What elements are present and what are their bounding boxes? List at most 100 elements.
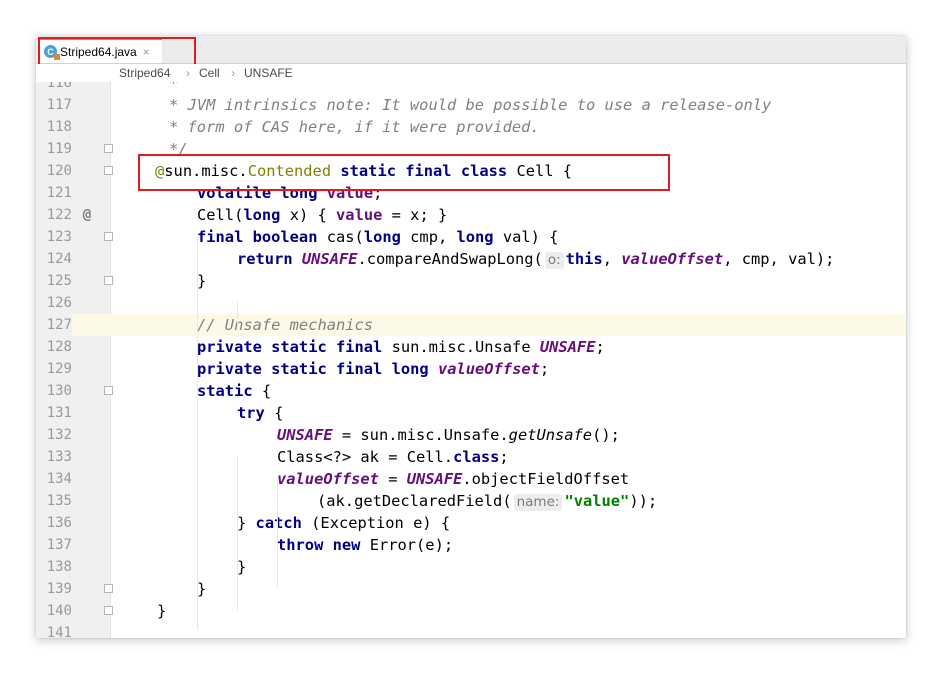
line-number: 122 (46, 207, 72, 223)
code-line[interactable]: 120 @sun.misc.Contended static final cla… (36, 160, 906, 182)
fold-end-icon[interactable] (104, 276, 113, 285)
fold-end-icon[interactable] (104, 144, 113, 153)
comment: * form of CAS here, if it were provided. (169, 118, 540, 136)
code-line[interactable]: 141 (36, 622, 906, 638)
keyword: long (243, 206, 281, 224)
keyword: new (332, 536, 361, 554)
keyword: this (565, 250, 603, 268)
code-line[interactable]: 119 */ (36, 138, 906, 160)
line-number: 117 (46, 97, 72, 113)
breadcrumb-item-cell[interactable]: Cell (199, 66, 220, 80)
line-number: 134 (46, 471, 72, 487)
field-name: value (336, 206, 383, 224)
breadcrumb-item-striped64[interactable]: Striped64 (119, 66, 170, 80)
line-number: 132 (46, 427, 72, 443)
close-icon[interactable]: × (143, 45, 150, 59)
code-line[interactable]: 136 } catch (Exception e) { (36, 512, 906, 534)
comment: */ (169, 140, 188, 158)
string-literal: "value" (564, 492, 630, 510)
fold-end-icon[interactable] (104, 606, 113, 615)
code-line[interactable]: 132 UNSAFE = sun.misc.Unsafe.getUnsafe()… (36, 424, 906, 446)
annotation-name: Contended (247, 162, 332, 180)
line-number: 116 (46, 82, 72, 91)
java-class-icon: C (44, 45, 60, 60)
code-line[interactable]: 116 * (36, 82, 906, 94)
line-number: 138 (46, 559, 72, 575)
code-line[interactable]: 140 } (36, 600, 906, 622)
fold-start-icon[interactable] (104, 232, 113, 241)
breadcrumb: Striped64 › Cell › UNSAFE (36, 64, 906, 82)
code-line[interactable]: 121 volatile long value; (36, 182, 906, 204)
line-number: 140 (46, 603, 72, 619)
code-token: Cell( (197, 206, 244, 224)
code-token: (ak.getDeclaredField( (317, 492, 512, 510)
code-line[interactable]: 135 (ak.getDeclaredField(name: "value")); (36, 490, 906, 512)
code-line[interactable]: 123 final boolean cas(long cmp, long val… (36, 226, 906, 248)
code-line[interactable]: 134 valueOffset = UNSAFE.objectFieldOffs… (36, 468, 906, 490)
file-tab-label: Striped64.java (60, 44, 137, 59)
line-number: 137 (46, 537, 72, 553)
code-token: Class<?> ak = Cell. (277, 448, 454, 466)
code-line[interactable]: 129 private static final long valueOffse… (36, 358, 906, 380)
code-line[interactable]: 131 try { (36, 402, 906, 424)
indent-guide (277, 478, 278, 588)
keyword: volatile long (197, 184, 318, 202)
current-code-line[interactable]: 127 // Unsafe mechanics (36, 314, 906, 336)
code-line[interactable]: 128 private static final sun.misc.Unsafe… (36, 336, 906, 358)
keyword: static final class (340, 162, 508, 180)
line-number: 131 (46, 405, 72, 421)
editor-tab-bar: C Striped64.java × (36, 36, 906, 64)
keyword: return (237, 250, 293, 268)
line-number: 129 (46, 361, 72, 377)
line-number: 135 (46, 493, 72, 509)
code-token: ; (595, 338, 605, 356)
code-line[interactable]: 137 throw new Error(e); (36, 534, 906, 556)
code-line[interactable]: 126 (36, 292, 906, 314)
code-token: cmp, (400, 228, 457, 246)
comment: * (169, 82, 179, 92)
code-token: (Exception e) { (301, 514, 451, 532)
code-line[interactable]: 139 } (36, 578, 906, 600)
keyword: throw (277, 536, 324, 554)
code-token: } (197, 272, 207, 290)
comment: * JVM intrinsics note: It would be possi… (169, 96, 772, 114)
code-token: .objectFieldOffset (462, 470, 630, 488)
code-token: { (264, 404, 284, 422)
fold-start-icon[interactable] (104, 386, 113, 395)
code-line[interactable]: 130 static { (36, 380, 906, 402)
code-token: , (602, 250, 622, 268)
code-token: } (197, 580, 207, 598)
code-token: = x; } (382, 206, 448, 224)
static-field: valueOffset (437, 360, 540, 378)
code-line[interactable]: 124 return UNSAFE.compareAndSwapLong(o: t… (36, 248, 906, 270)
ide-window: C Striped64.java × Striped64 › Cell › UN… (36, 36, 906, 638)
static-field: UNSAFE (277, 426, 333, 444)
fold-start-icon[interactable] (104, 166, 113, 175)
keyword: private static final (197, 338, 383, 356)
code-token: , cmp, val); (723, 250, 835, 268)
parameter-hint: o: (544, 252, 564, 269)
code-line[interactable]: 118 * form of CAS here, if it were provi… (36, 116, 906, 138)
line-number: 128 (46, 339, 72, 355)
code-token: val) { (493, 228, 559, 246)
code-line[interactable]: 133 Class<?> ak = Cell.class; (36, 446, 906, 468)
keyword: long (456, 228, 494, 246)
line-number: 119 (46, 141, 72, 157)
code-token: cas( (317, 228, 364, 246)
code-token: (); (592, 426, 620, 444)
breadcrumb-item-unsafe[interactable]: UNSAFE (244, 66, 293, 80)
static-field: UNSAFE (406, 470, 463, 488)
indent-guide (237, 302, 238, 324)
override-gutter-icon[interactable]: @ (80, 204, 94, 226)
file-tab[interactable]: C Striped64.java × (38, 38, 162, 63)
static-field: UNSAFE (539, 338, 596, 356)
code-line[interactable]: 125 } (36, 270, 906, 292)
line-number: 126 (46, 295, 72, 311)
code-line[interactable]: 122 @ Cell(long x) { value = x; } (36, 204, 906, 226)
line-number: 120 (46, 163, 72, 179)
code-editor[interactable]: 116 * 117 * JVM intrinsics note: It woul… (36, 82, 906, 638)
code-line[interactable]: 117 * JVM intrinsics note: It would be p… (36, 94, 906, 116)
code-line[interactable]: 138 } (36, 556, 906, 578)
fold-end-icon[interactable] (104, 584, 113, 593)
code-token: } (157, 602, 167, 620)
